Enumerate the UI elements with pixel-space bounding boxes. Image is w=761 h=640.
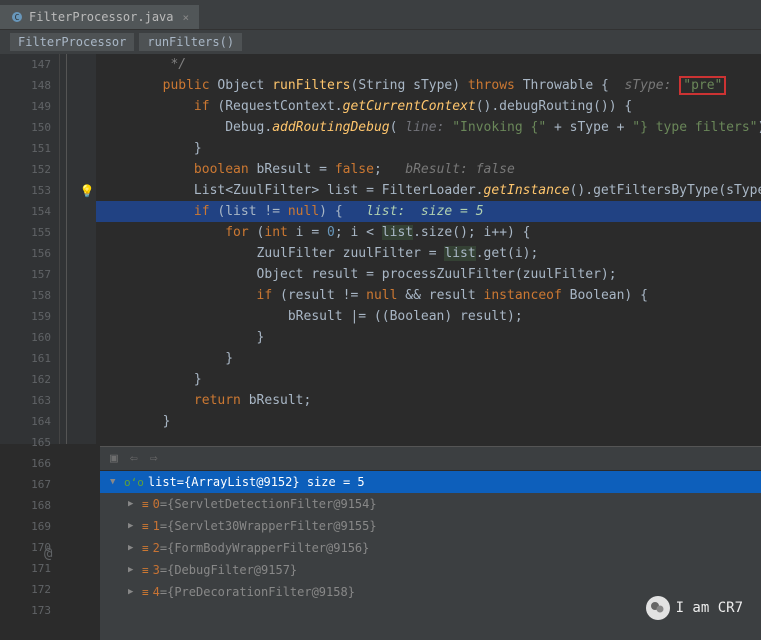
debug-toolbar: ▣ ⇦ ⇨ [100, 447, 761, 471]
current-exec-line: if (list != null) { list: size = 5 [96, 201, 761, 222]
java-icon: C [10, 10, 24, 24]
watch-icon: oʻo [124, 476, 144, 489]
watermark: I am CR7 [646, 596, 743, 620]
svg-text:C: C [15, 13, 20, 22]
object-icon: ≡ [142, 586, 149, 599]
variables-tree[interactable]: ▼ oʻo list = {ArrayList@9152} size = 5 ▶… [100, 471, 761, 603]
fold-gutter [60, 54, 78, 444]
expand-icon[interactable]: ▶ [128, 587, 138, 597]
expand-icon[interactable]: ▶ [128, 499, 138, 509]
wechat-icon [646, 596, 670, 620]
new-watch-icon[interactable]: ▣ [110, 451, 118, 466]
line-gutter: 147 148 149 150 151 152 153 154 155 156 … [0, 54, 60, 444]
nav-forward-icon[interactable]: ⇨ [150, 451, 158, 466]
tree-root-row[interactable]: ▼ oʻo list = {ArrayList@9152} size = 5 [100, 471, 761, 493]
tree-item-row[interactable]: ▶ ≡ 3 = {DebugFilter@9157} [100, 559, 761, 581]
code-editor[interactable]: 147 148 149 150 151 152 153 154 155 156 … [0, 54, 761, 444]
tab-title: FilterProcessor.java [29, 10, 174, 24]
nav-back-icon[interactable]: ⇦ [130, 451, 138, 466]
file-tab[interactable]: C FilterProcessor.java × [0, 5, 199, 29]
breadcrumb-method[interactable]: runFilters() [139, 33, 242, 51]
breadcrumb-class[interactable]: FilterProcessor [10, 33, 134, 51]
close-icon[interactable]: × [183, 11, 190, 24]
bulb-icon[interactable]: 💡 [80, 184, 95, 198]
at-icon: @ [44, 546, 52, 562]
breadcrumb: FilterProcessor runFilters() [0, 30, 761, 54]
expand-icon[interactable]: ▼ [110, 477, 120, 487]
expand-icon[interactable]: ▶ [128, 521, 138, 531]
tree-item-row[interactable]: ▶ ≡ 1 = {Servlet30WrapperFilter@9155} [100, 515, 761, 537]
tree-item-row[interactable]: ▶ ≡ 2 = {FormBodyWrapperFilter@9156} [100, 537, 761, 559]
expand-icon[interactable]: ▶ [128, 565, 138, 575]
object-icon: ≡ [142, 542, 149, 555]
object-icon: ≡ [142, 564, 149, 577]
tree-item-row[interactable]: ▶ ≡ 0 = {ServletDetectionFilter@9154} [100, 493, 761, 515]
code-content[interactable]: */ public Object runFilters(String sType… [96, 54, 761, 444]
editor-tabs: C FilterProcessor.java × [0, 0, 761, 30]
expand-icon[interactable]: ▶ [128, 543, 138, 553]
icon-gutter: 💡 [78, 54, 96, 444]
object-icon: ≡ [142, 498, 149, 511]
object-icon: ≡ [142, 520, 149, 533]
